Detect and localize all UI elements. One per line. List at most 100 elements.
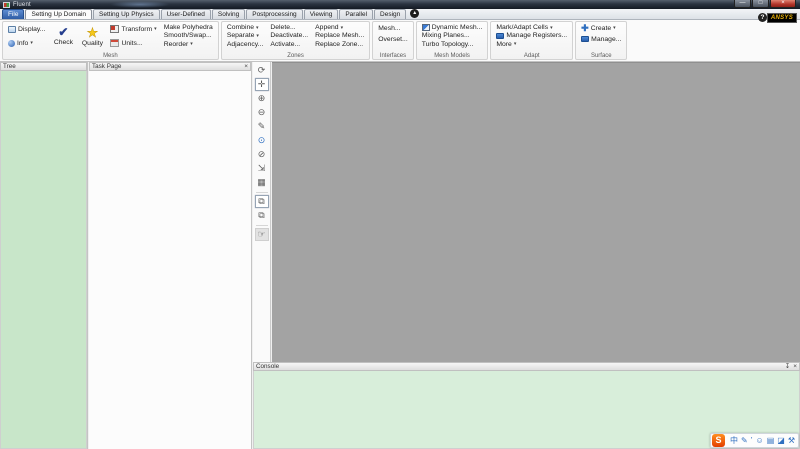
ime-emoji-icon[interactable]: ☺: [756, 434, 764, 447]
tab-postprocessing[interactable]: Postprocessing: [246, 9, 303, 19]
close-button[interactable]: ×: [770, 0, 796, 8]
mark-adapt-cells-button[interactable]: Mark/Adapt Cells ▾: [494, 24, 569, 31]
manage-surface-icon: [581, 36, 590, 42]
graphics-toolbar: ⟳ ✛ ⊕ ⊖ ✎ ⊙ ⊘ ⇲ ▦ ⧉ ⧉ ☞: [253, 62, 271, 362]
tab-viewing[interactable]: Viewing: [303, 9, 339, 19]
combine-button[interactable]: Combine ▾: [225, 24, 266, 31]
minimize-ribbon-icon[interactable]: ▴: [410, 9, 420, 18]
console-title: Console: [256, 363, 280, 370]
mark-adapt-cells-label: Mark/Adapt Cells: [496, 24, 549, 32]
hand-tool-icon[interactable]: ☞: [254, 228, 269, 241]
interfaces-mesh-button[interactable]: Mesh...: [376, 23, 409, 33]
dropdown-arrow-icon: ▾: [190, 41, 193, 48]
pin-icon[interactable]: ↧: [785, 363, 790, 371]
task-page-title: Task Page: [92, 63, 122, 70]
tree-panel-header[interactable]: Tree: [0, 62, 87, 71]
copy-view-back-icon[interactable]: ⧉: [255, 209, 269, 222]
task-page-header[interactable]: Task Page ×: [89, 62, 251, 71]
sogou-logo-icon[interactable]: S: [712, 434, 726, 447]
copy-view-front-icon[interactable]: ⧉: [254, 195, 269, 208]
reorder-button[interactable]: Reorder ▾: [162, 41, 215, 48]
transform-icon: [110, 25, 120, 33]
graphics-viewport[interactable]: [272, 62, 800, 362]
help-icon[interactable]: ?: [758, 13, 767, 22]
activate-button[interactable]: Activate...: [268, 41, 310, 48]
rotate-view-icon[interactable]: ⟳: [255, 64, 269, 77]
tab-design[interactable]: Design: [374, 9, 407, 19]
ime-clipboard-icon[interactable]: ▤: [767, 434, 775, 447]
delete-button[interactable]: Delete...: [268, 24, 310, 31]
ime-skin-icon[interactable]: ◪: [777, 434, 785, 447]
tab-setting-up-physics[interactable]: Setting Up Physics: [93, 9, 160, 19]
replace-zone-label: Replace Zone...: [315, 40, 364, 48]
smooth-swap-button[interactable]: Smooth/Swap...: [162, 32, 215, 39]
dropdown-arrow-icon: ▾: [613, 25, 616, 31]
ime-mode-icon[interactable]: 中: [730, 434, 738, 447]
zoom-box-icon[interactable]: ⊘: [255, 148, 269, 161]
quality-button[interactable]: ★ Quality: [79, 23, 105, 50]
manage-surface-label: Manage...: [591, 35, 622, 43]
plus-icon: ✚: [581, 23, 589, 33]
close-icon[interactable]: ×: [244, 63, 248, 71]
adjacency-button[interactable]: Adjacency...: [225, 41, 266, 48]
toolbar-separator: [255, 192, 268, 193]
fit-to-window-icon[interactable]: ⇲: [255, 162, 269, 175]
interfaces-mesh-label: Mesh...: [378, 24, 401, 32]
tab-solving[interactable]: Solving: [211, 9, 246, 19]
check-button[interactable]: ✔ Check: [50, 23, 76, 50]
mixing-planes-label: Mixing Planes...: [421, 32, 470, 40]
ime-handwriting-icon[interactable]: ✎: [741, 434, 748, 447]
zoom-to-selection-icon[interactable]: ⊙: [255, 134, 269, 147]
replace-mesh-button[interactable]: Replace Mesh...: [313, 32, 366, 39]
more-label: More: [496, 40, 512, 48]
make-polyhedra-button[interactable]: Make Polyhedra: [162, 24, 215, 31]
more-button[interactable]: More ▾: [494, 41, 569, 48]
minimize-button[interactable]: —: [734, 0, 751, 8]
ribbon-group-surface: ✚ Create ▾ Manage... Surface: [575, 21, 628, 60]
ime-punctuation-icon[interactable]: ’: [751, 434, 753, 447]
close-icon[interactable]: ×: [793, 363, 797, 371]
append-button[interactable]: Append ▾: [313, 24, 366, 31]
manage-registers-icon: [496, 32, 505, 39]
units-button[interactable]: Units...: [108, 38, 158, 48]
create-surface-label: Create: [590, 24, 612, 32]
task-page-panel: Task Page ×: [89, 62, 252, 449]
tree-panel-body[interactable]: [0, 71, 87, 449]
pan-icon[interactable]: ✛: [254, 78, 269, 91]
transform-button[interactable]: Transform ▾: [108, 24, 158, 34]
tab-setting-up-domain[interactable]: Setting Up Domain: [25, 9, 93, 19]
zoom-in-icon[interactable]: ⊕: [255, 92, 269, 105]
create-surface-button[interactable]: ✚ Create ▾: [579, 23, 623, 33]
turbo-topology-button[interactable]: Turbo Topology...: [420, 41, 485, 48]
tab-file[interactable]: File: [2, 9, 25, 19]
units-label: Units...: [121, 39, 143, 47]
console-header[interactable]: Console ↧ ×: [253, 362, 800, 371]
display-button[interactable]: Display...: [6, 24, 47, 34]
tab-parallel[interactable]: Parallel: [339, 9, 374, 19]
save-picture-icon[interactable]: ▦: [255, 176, 269, 189]
manage-registers-button[interactable]: Manage Registers...: [494, 32, 569, 39]
dynamic-mesh-button[interactable]: Dynamic Mesh...: [420, 24, 485, 32]
zoom-out-icon[interactable]: ⊖: [255, 106, 269, 119]
maximize-button[interactable]: □: [752, 0, 769, 8]
probe-icon[interactable]: ✎: [255, 120, 269, 133]
manage-surface-button[interactable]: Manage...: [579, 34, 623, 44]
make-polyhedra-label: Make Polyhedra: [163, 24, 213, 32]
separate-button[interactable]: Separate ▾: [225, 32, 266, 39]
info-button[interactable]: Info ▾: [6, 38, 47, 48]
window-controls: — □ ×: [733, 0, 796, 8]
quality-label: Quality: [81, 39, 104, 47]
replace-zone-button[interactable]: Replace Zone...: [313, 41, 366, 48]
ime-tools-icon[interactable]: ⚒: [788, 434, 795, 447]
dropdown-arrow-icon: ▾: [30, 40, 33, 46]
deactivate-button[interactable]: Deactivate...: [268, 32, 310, 39]
mixing-planes-button[interactable]: Mixing Planes...: [420, 32, 485, 39]
tab-user-defined[interactable]: User-Defined: [160, 9, 211, 19]
overset-button[interactable]: Overset...: [376, 34, 409, 44]
dropdown-arrow-icon: ▾: [340, 24, 344, 31]
activate-label: Activate...: [270, 40, 301, 48]
task-page-body[interactable]: [89, 71, 251, 449]
replace-mesh-label: Replace Mesh...: [315, 32, 365, 40]
dynamic-mesh-icon: [421, 24, 430, 32]
dropdown-arrow-icon: ▾: [550, 24, 553, 31]
